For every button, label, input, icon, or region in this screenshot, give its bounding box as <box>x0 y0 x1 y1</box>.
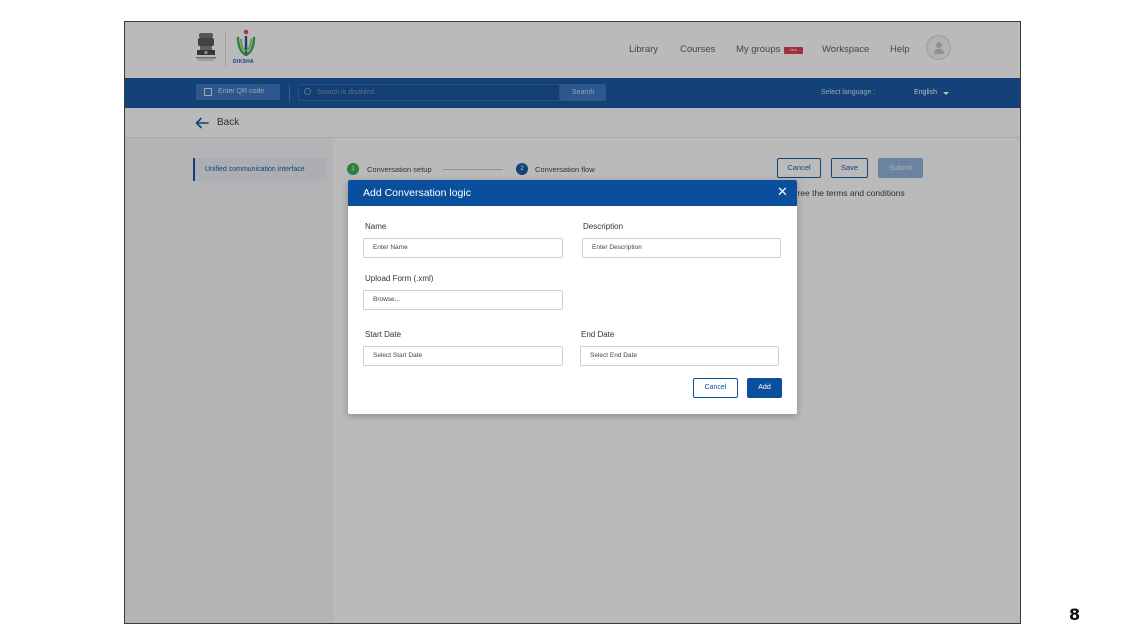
start-date-field[interactable]: Select Start Date <box>363 346 563 366</box>
end-date-label: End Date <box>581 330 615 339</box>
description-label: Description <box>583 222 624 231</box>
name-field[interactable]: Enter Name <box>363 238 563 258</box>
page-number: 8 <box>1069 605 1081 624</box>
name-label: Name <box>365 222 387 231</box>
description-field[interactable]: Enter Description <box>582 238 781 258</box>
add-conversation-logic-modal: Add Conversation logic ✕ Name Enter Name… <box>348 180 797 414</box>
modal-title: Add Conversation logic <box>363 187 471 199</box>
upload-form-field[interactable]: Browse... <box>363 290 563 310</box>
modal-add-button[interactable]: Add <box>747 378 782 398</box>
modal-header: Add Conversation logic ✕ <box>348 180 797 206</box>
close-icon[interactable]: ✕ <box>777 184 788 200</box>
app-window: DIKSHA Library Courses My groups New Wor… <box>124 21 1021 624</box>
modal-cancel-button[interactable]: Cancel <box>693 378 738 398</box>
end-date-field[interactable]: Select End Date <box>580 346 779 366</box>
start-date-label: Start Date <box>365 330 402 339</box>
upload-form-label: Upload Form (.xml) <box>365 274 434 283</box>
